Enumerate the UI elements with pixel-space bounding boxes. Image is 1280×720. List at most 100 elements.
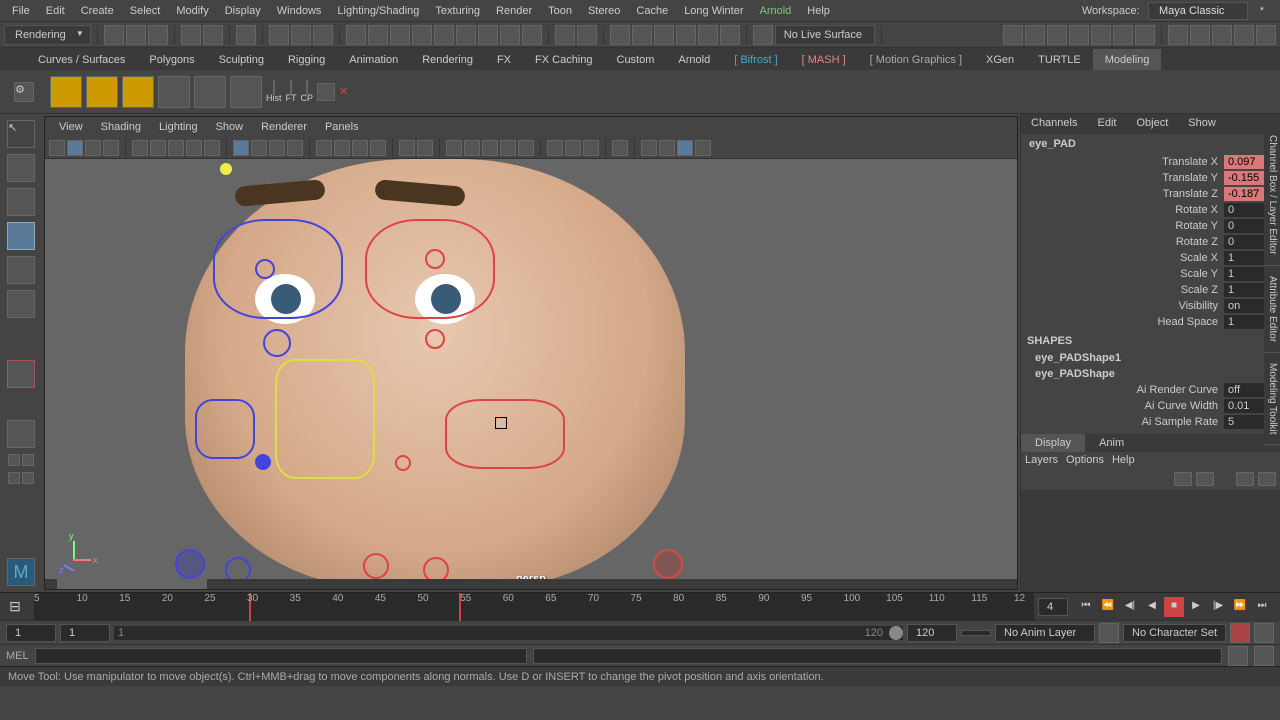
sel-hierarchy-icon[interactable] (346, 25, 366, 45)
select-mode-icon[interactable] (236, 25, 256, 45)
shelf-modeling[interactable]: Modeling (1093, 49, 1162, 70)
shelf-arnold[interactable]: Arnold (666, 49, 722, 70)
channel-row[interactable]: Scale X1 (1021, 250, 1280, 266)
range-slider[interactable]: 1 120 (114, 626, 903, 640)
playback-end-field[interactable]: 120 (907, 624, 957, 642)
shelf-turtle[interactable]: TURTLE (1026, 49, 1093, 70)
menu-toon[interactable]: Toon (540, 2, 580, 20)
menu-file[interactable]: File (4, 2, 38, 20)
channel-row[interactable]: Visibilityon (1021, 298, 1280, 314)
render-frame-icon[interactable] (1003, 25, 1023, 45)
step-fwd-key-icon[interactable]: ⏩ (1230, 597, 1250, 617)
character-set-dropdown[interactable]: No Character Set (1123, 624, 1226, 642)
vp-aa-icon[interactable] (583, 140, 599, 156)
shelf-gear-icon[interactable]: ⚙ (14, 82, 34, 102)
lock-icon[interactable] (555, 25, 575, 45)
play-fwd-icon[interactable]: ▶ (1186, 597, 1206, 617)
save-scene-icon[interactable] (148, 25, 168, 45)
redo-icon[interactable] (203, 25, 223, 45)
vp-dof-icon[interactable] (612, 140, 628, 156)
vp-light-icon[interactable] (352, 140, 368, 156)
command-input[interactable] (35, 648, 528, 664)
layout-split-icon[interactable] (8, 472, 20, 484)
shelf-polygons[interactable]: Polygons (137, 49, 206, 70)
vp-flat-icon[interactable] (269, 140, 285, 156)
vp-shadow-icon[interactable] (370, 140, 386, 156)
menu-stereo[interactable]: Stereo (580, 2, 628, 20)
shelf-fxcaching[interactable]: FX Caching (523, 49, 604, 70)
ctrl-head-top[interactable] (220, 163, 232, 175)
menu-longwinter[interactable]: Long Winter (676, 2, 751, 20)
channel-row[interactable]: Scale Y1 (1021, 266, 1280, 282)
sel-uv-icon[interactable] (478, 25, 498, 45)
ctrl-nose[interactable] (275, 359, 375, 479)
cb-menu-object[interactable]: Object (1126, 114, 1178, 134)
step-fwd-icon[interactable]: |▶ (1208, 597, 1228, 617)
vp-film-icon[interactable] (150, 140, 166, 156)
ctrl-cheek-r[interactable] (445, 399, 565, 469)
vp-menu-view[interactable]: View (51, 119, 91, 135)
ipr-icon[interactable] (1025, 25, 1045, 45)
vp-motion-icon[interactable] (565, 140, 581, 156)
panel4-icon[interactable] (1234, 25, 1254, 45)
hypershade-icon[interactable] (1113, 25, 1133, 45)
vp-wire-icon[interactable] (233, 140, 249, 156)
vp-textured-icon[interactable] (334, 140, 350, 156)
snap-grid-icon[interactable] (269, 25, 289, 45)
go-end-icon[interactable]: ⏭ (1252, 597, 1272, 617)
vp-safe-icon[interactable] (168, 140, 184, 156)
menu-cache[interactable]: Cache (628, 2, 676, 20)
ctrl-eye-inner-r[interactable] (425, 249, 445, 269)
highlight-icon[interactable] (577, 25, 597, 45)
vp-gamma-icon[interactable] (659, 140, 675, 156)
snap-live-icon[interactable] (720, 25, 740, 45)
vp-menu-lighting[interactable]: Lighting (151, 119, 206, 135)
channel-row[interactable]: Translate Z-0.187 (1021, 186, 1280, 202)
panel3-icon[interactable] (1212, 25, 1232, 45)
shelf-cube-icon[interactable] (50, 76, 82, 108)
shelf-sculpting[interactable]: Sculpting (207, 49, 276, 70)
vp-gate-icon[interactable] (204, 140, 220, 156)
shelf-mgfx[interactable]: [ Motion Graphics ] (858, 49, 974, 70)
vp-default-light-icon[interactable] (446, 140, 462, 156)
ctrl-eye-lower-l[interactable] (263, 329, 291, 357)
sym-icon[interactable] (522, 25, 542, 45)
vp-all-lights-icon[interactable] (464, 140, 480, 156)
sel-edge-icon[interactable] (434, 25, 454, 45)
playblast-icon[interactable] (1135, 25, 1155, 45)
shelf-box-icon[interactable] (122, 76, 154, 108)
shelf-rendering[interactable]: Rendering (410, 49, 485, 70)
vp-shadow2-icon[interactable] (518, 140, 534, 156)
live-toggle-icon[interactable] (753, 25, 773, 45)
layer-new-icon[interactable] (1236, 472, 1254, 486)
layer-menu-options[interactable]: Options (1066, 454, 1104, 466)
ctrl-eye-area-r[interactable] (365, 219, 495, 319)
channel-row[interactable]: Rotate X0 (1021, 202, 1280, 218)
menu-display[interactable]: Display (217, 2, 269, 20)
layer-down-icon[interactable] (1196, 472, 1214, 486)
shelf-ft-icon[interactable] (290, 80, 292, 94)
range-start-field[interactable]: 1 (6, 624, 56, 642)
layer-menu-help[interactable]: Help (1112, 454, 1135, 466)
shelf-cp-icon[interactable] (306, 80, 308, 94)
step-back-icon[interactable]: ◀| (1120, 597, 1140, 617)
shelf-custom[interactable]: Custom (605, 49, 667, 70)
go-start-icon[interactable]: ⏮ (1076, 597, 1096, 617)
side-tab-channelbox[interactable]: Channel Box / Layer Editor (1264, 125, 1280, 266)
snap-view-icon[interactable] (698, 25, 718, 45)
vp-grid-icon[interactable] (132, 140, 148, 156)
open-scene-icon[interactable] (126, 25, 146, 45)
channel-row[interactable]: Rotate Z0 (1021, 234, 1280, 250)
select-tool-icon[interactable]: ↖ (7, 120, 35, 148)
channel-row[interactable]: Rotate Y0 (1021, 218, 1280, 234)
channel-row[interactable]: Scale Z1 (1021, 282, 1280, 298)
render-seq-icon[interactable] (1091, 25, 1111, 45)
layer-menu-layers[interactable]: Layers (1025, 454, 1058, 466)
paint-select-tool-icon[interactable] (7, 188, 35, 216)
sel-component-icon[interactable] (390, 25, 410, 45)
view-layout-icon[interactable] (7, 420, 35, 448)
playback-start-field[interactable]: 1 (60, 624, 110, 642)
shelf-animation[interactable]: Animation (337, 49, 410, 70)
range-end-field[interactable] (961, 630, 991, 636)
shape-item-2[interactable]: eye_PADShape (1021, 366, 1280, 382)
